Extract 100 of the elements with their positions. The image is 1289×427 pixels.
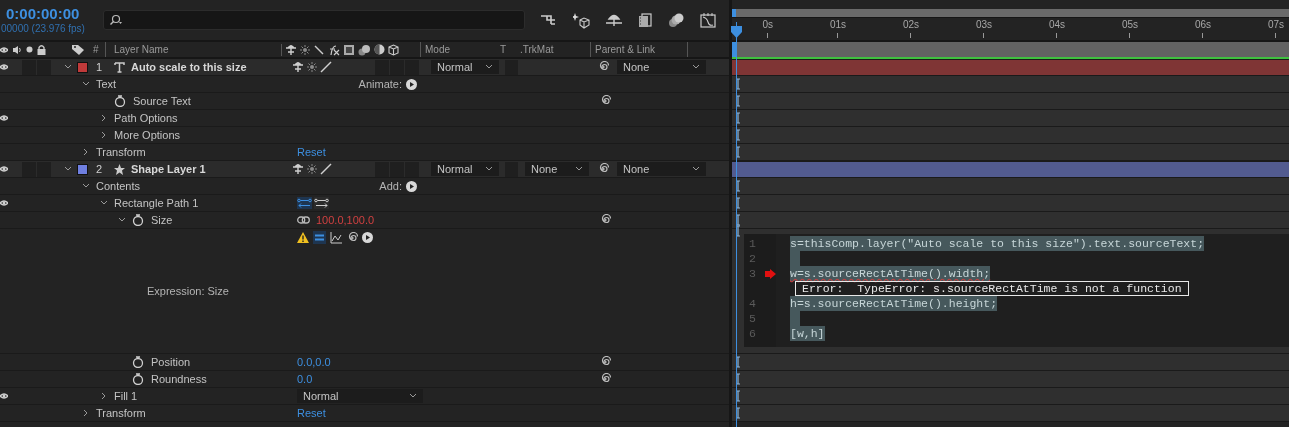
solo-icon[interactable] — [26, 46, 33, 53]
cube-icon[interactable] — [388, 43, 399, 56]
video-icon[interactable] — [0, 45, 8, 54]
keyframe-navigator-icon[interactable] — [735, 225, 741, 237]
quality-icon[interactable] — [320, 163, 332, 175]
shy-icon[interactable] — [285, 43, 297, 56]
property-value[interactable]: 100.0,100.0 — [316, 211, 375, 229]
play-menu-icon[interactable] — [362, 232, 373, 243]
work-area-handle[interactable] — [732, 9, 736, 17]
keyframe-navigator-icon[interactable] — [735, 95, 741, 107]
shy-icon[interactable] — [292, 163, 304, 175]
stopwatch-icon[interactable] — [132, 214, 144, 226]
collapse-chevron-icon[interactable] — [64, 63, 72, 71]
keyframe-navigator-icon[interactable] — [735, 146, 741, 158]
keyframe-navigator-icon[interactable] — [735, 407, 741, 419]
collapse-chevron-icon[interactable] — [82, 80, 90, 88]
shy-icon[interactable] — [606, 13, 622, 27]
parent-dropdown[interactable]: None — [617, 162, 706, 176]
eye-icon[interactable] — [0, 392, 8, 400]
label-icon[interactable] — [72, 44, 85, 55]
search-field[interactable] — [103, 10, 525, 30]
quality-icon[interactable] — [313, 43, 325, 56]
warning-icon[interactable] — [297, 232, 309, 243]
layer-duration-bar[interactable] — [732, 161, 1289, 177]
mode-dropdown[interactable]: Normal — [431, 162, 499, 176]
expression-enable-icon[interactable] — [313, 231, 326, 244]
pickwhip-icon[interactable] — [599, 373, 611, 385]
timecode[interactable]: 0:00:00:00 — [6, 6, 103, 21]
motion-blur-icon[interactable] — [668, 12, 684, 28]
pickwhip-icon[interactable] — [346, 231, 358, 244]
sparkle-cube-icon[interactable] — [573, 11, 590, 29]
reset-link[interactable]: Reset — [290, 404, 326, 422]
hierarchy-icon[interactable] — [541, 13, 557, 27]
eye-icon[interactable] — [0, 199, 8, 207]
layer-name[interactable]: Auto scale to this size — [131, 58, 290, 76]
keyframe-navigator-icon[interactable] — [735, 197, 741, 209]
label-color-swatch[interactable] — [77, 61, 88, 73]
pickwhip-icon[interactable] — [597, 61, 609, 73]
column-header[interactable]: Layer Name — [105, 42, 281, 57]
eye-icon[interactable] — [0, 165, 8, 173]
frame-blend-icon[interactable] — [343, 43, 355, 56]
pickwhip-icon[interactable] — [599, 356, 611, 368]
frame-blend-icon[interactable] — [638, 12, 652, 28]
parent-dropdown[interactable]: None — [617, 60, 706, 74]
expand-chevron-icon[interactable] — [100, 392, 108, 400]
graph-editor-icon[interactable] — [700, 12, 716, 28]
stopwatch-icon[interactable] — [132, 356, 144, 368]
expand-chevron-icon[interactable] — [100, 131, 108, 139]
keyframe-navigator-icon[interactable] — [735, 390, 741, 402]
keyframe-navigator-icon[interactable] — [735, 129, 741, 141]
pickwhip-icon[interactable] — [597, 163, 609, 175]
expand-chevron-icon[interactable] — [82, 409, 90, 417]
blend-mode-dropdown[interactable]: Normal — [297, 389, 423, 403]
property-value[interactable]: 0.0 — [297, 370, 313, 388]
quality-icon[interactable] — [320, 61, 332, 73]
collapse-chevron-icon[interactable] — [64, 165, 72, 173]
effect-icon[interactable] — [328, 43, 340, 56]
adjustment-icon[interactable] — [374, 44, 385, 55]
label-color-swatch[interactable] — [77, 163, 88, 175]
collapse-chevron-icon[interactable] — [100, 199, 108, 207]
lock-icon[interactable] — [37, 44, 46, 55]
play-menu-icon[interactable] — [406, 180, 417, 192]
column-header[interactable]: # — [93, 42, 105, 57]
column-header[interactable]: Mode — [420, 42, 494, 57]
keyframe-navigator-icon[interactable] — [735, 112, 741, 124]
property-value[interactable]: 0.0,0.0 — [297, 353, 331, 371]
path-direction-button[interactable] — [314, 197, 329, 209]
keyframe-navigator-icon[interactable] — [735, 373, 741, 385]
audio-icon[interactable] — [12, 44, 22, 55]
expression-editor[interactable]: 1 2 3 4 5 6 s=thisComp.layer("Auto scale to this size").text.sourceText; w=s.sourceRectAtTime().width; Error: TypeError: s.sourceRectAtTime is not a function h=s.sourceRectAtTime().height; [w,h] — [744, 234, 1289, 347]
expand-chevron-icon[interactable] — [82, 148, 90, 156]
collapse-icon[interactable] — [307, 164, 317, 174]
expand-chevron-icon[interactable] — [100, 114, 108, 122]
track-matte-dropdown[interactable]: None — [525, 162, 589, 176]
pickwhip-icon[interactable] — [599, 214, 611, 226]
motion-blur-icon[interactable] — [358, 43, 371, 56]
collapse-chevron-icon[interactable] — [118, 216, 126, 224]
graph-icon[interactable] — [330, 231, 342, 244]
column-header[interactable]: Parent & Link — [590, 42, 688, 57]
eye-icon[interactable] — [0, 63, 8, 71]
eye-icon[interactable] — [0, 114, 8, 122]
play-menu-icon[interactable] — [406, 78, 417, 90]
keyframe-navigator-icon[interactable] — [735, 78, 741, 90]
collapse-icon[interactable] — [300, 44, 310, 55]
shy-icon[interactable] — [292, 61, 304, 73]
collapse-icon[interactable] — [307, 62, 317, 72]
stopwatch-icon[interactable] — [114, 95, 126, 107]
column-header[interactable]: .TrkMat — [520, 42, 590, 57]
work-area-handle[interactable] — [732, 42, 736, 57]
layer-name[interactable]: Shape Layer 1 — [131, 160, 290, 178]
keyframe-navigator-icon[interactable] — [735, 356, 741, 368]
collapse-chevron-icon[interactable] — [82, 182, 90, 190]
column-header[interactable]: T — [500, 42, 512, 57]
mode-dropdown[interactable]: Normal — [431, 60, 499, 74]
pickwhip-icon[interactable] — [599, 95, 611, 107]
keyframe-navigator-icon[interactable] — [735, 180, 741, 192]
stopwatch-icon[interactable] — [132, 373, 144, 385]
reset-link[interactable]: Reset — [290, 143, 326, 161]
path-direction-button[interactable] — [297, 197, 312, 209]
keyframe-navigator-icon[interactable] — [735, 214, 741, 226]
